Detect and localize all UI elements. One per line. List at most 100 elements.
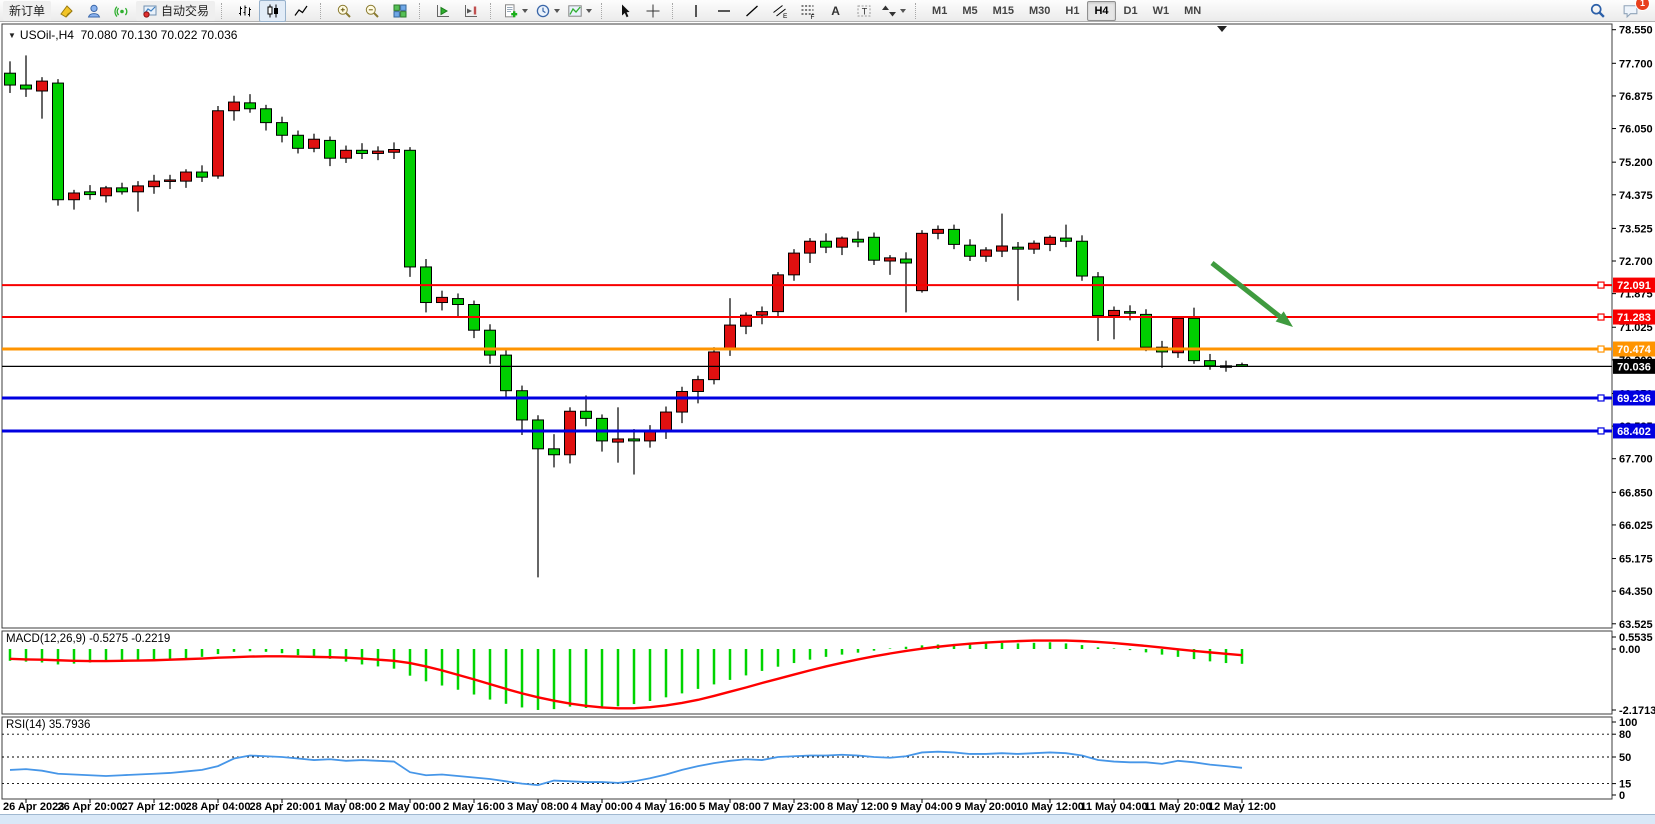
svg-text:F: F [810,13,814,18]
candle-body [85,192,96,195]
label-icon[interactable]: T [850,0,877,22]
arrows-icon[interactable] [878,0,909,22]
price-tick-label: 72.700 [1619,256,1653,268]
macd-axis-label: -2.1713 [1619,705,1655,717]
timeframe-button-d1[interactable]: D1 [1117,1,1145,21]
bars-chart-icon[interactable] [231,0,258,22]
new-order-button[interactable]: 新订单 [3,1,51,21]
horizontal-line-icon[interactable] [710,0,737,22]
candle-body [181,172,192,181]
price-line-handle[interactable] [1598,395,1604,401]
candle-body [517,391,528,420]
channel-icon[interactable]: E [766,0,793,22]
candle-body [533,420,544,449]
candle-body [341,150,352,158]
crosshair-icon[interactable] [639,0,666,22]
signal-icon[interactable] [108,0,135,22]
time-tick-label: 12 May 12:00 [1208,801,1276,813]
toolbar-separator [490,3,495,19]
timeframe-button-h1[interactable]: H1 [1058,1,1086,21]
candle-body [197,172,208,177]
candle-body [501,355,512,391]
price-line-handle[interactable] [1598,282,1604,288]
toolbar-separator [221,3,226,19]
timeframe-button-m30[interactable]: M30 [1022,1,1057,21]
timeframe-button-h4[interactable]: H4 [1087,1,1115,21]
time-tick-label: 2 May 00:00 [379,801,441,813]
candle-body [901,259,912,263]
trendline-icon[interactable] [738,0,765,22]
candle-body [805,241,816,253]
macd-panel [2,631,1612,714]
candle-body [869,237,880,260]
candle-body [757,312,768,316]
candle-body [357,150,368,153]
candle-body [325,140,336,158]
candles-chart-icon[interactable] [259,0,286,22]
time-tick-label: 9 May 20:00 [955,801,1017,813]
chart-dropdown-icon[interactable]: ▼ [8,31,16,40]
candle-body [453,299,464,305]
candle-body [661,412,672,431]
candle-body [277,123,288,136]
candle-body [5,73,16,85]
toolbar-right-group: 1 [1584,0,1652,22]
rsi-axis-label: 15 [1619,779,1631,791]
auto-scroll-icon[interactable] [429,0,456,22]
chart-canvas[interactable]: 78.55077.70076.87576.05075.20074.37573.5… [0,0,1655,814]
chevron-down-icon [522,9,528,13]
time-tick-label: 4 May 16:00 [635,801,697,813]
candle-body [133,186,144,192]
profile-icon[interactable] [80,0,107,22]
timeframe-button-m1[interactable]: M1 [925,1,954,21]
price-line-handle[interactable] [1598,314,1604,320]
macd-indicator-label: MACD(12,26,9) -0.5275 -0.2219 [6,633,170,645]
time-tick-label: 28 Apr 04:00 [185,801,250,813]
candle-body [773,275,784,312]
chevron-down-icon [554,9,560,13]
auto-trading-button[interactable]: 自动交易 [136,1,215,21]
candle-body [101,188,112,196]
price-tick-label: 76.050 [1619,124,1653,136]
zoom-out-icon[interactable] [358,0,385,22]
chat-icon[interactable]: 1 [1617,0,1644,22]
timeframe-button-m5[interactable]: M5 [955,1,984,21]
candle-body [117,188,128,192]
price-tick-label: 76.875 [1619,91,1653,103]
candle-body [485,330,496,355]
rsi-axis-label: 0 [1619,790,1625,802]
templates-button[interactable] [564,0,595,22]
line-chart-icon[interactable] [287,0,314,22]
search-icon[interactable] [1584,0,1611,22]
candle-body [261,109,272,123]
candle-body [373,151,384,153]
candle-body [629,439,640,441]
chart-shift-icon[interactable] [457,0,484,22]
macd-axis-label: 0.5535 [1619,632,1653,644]
zoom-in-icon[interactable] [330,0,357,22]
candle-body [613,439,624,442]
price-line-handle[interactable] [1598,346,1604,352]
indicators-button[interactable] [500,0,531,22]
fibonacci-icon[interactable]: F [794,0,821,22]
cursor-icon[interactable] [611,0,638,22]
vertical-line-icon[interactable] [682,0,709,22]
text-icon[interactable]: A [822,0,849,22]
timeframe-button-m15[interactable]: M15 [986,1,1021,21]
candle-body [789,253,800,275]
toolbar-separator [419,3,424,19]
price-line-handle[interactable] [1598,428,1604,434]
note-icon[interactable] [52,0,79,22]
price-tick-label: 75.200 [1619,157,1653,169]
candle-body [549,449,560,455]
timeframe-button-mn[interactable]: MN [1177,1,1208,21]
candle-body [389,150,400,153]
time-tick-label: 2 May 16:00 [443,801,505,813]
price-tick-label: 66.850 [1619,487,1653,499]
tile-windows-icon[interactable] [386,0,413,22]
periods-button[interactable] [532,0,563,22]
rsi-axis-label: 50 [1619,752,1631,764]
candle-body [149,181,160,187]
timeframe-button-w1[interactable]: W1 [1146,1,1177,21]
price-badge-label: 70.036 [1617,361,1651,373]
